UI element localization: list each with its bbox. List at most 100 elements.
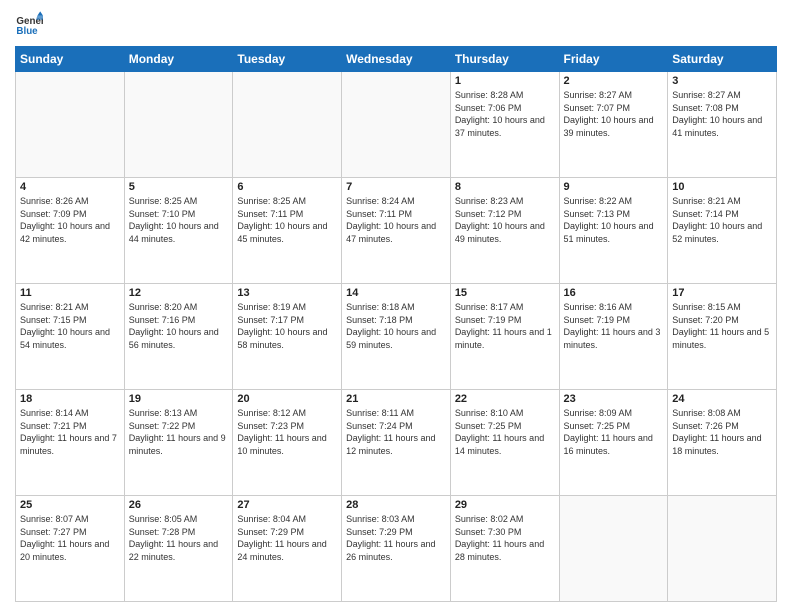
day-cell: 6 Sunrise: 8:25 AM Sunset: 7:11 PM Daylig…	[233, 178, 342, 284]
weekday-header-thursday: Thursday	[450, 47, 559, 72]
day-cell: 8 Sunrise: 8:23 AM Sunset: 7:12 PM Daylig…	[450, 178, 559, 284]
day-info: Sunrise: 8:14 AM Sunset: 7:21 PM Dayligh…	[20, 407, 120, 457]
day-number: 29	[455, 499, 555, 511]
day-number: 28	[346, 499, 446, 511]
day-info: Sunrise: 8:07 AM Sunset: 7:27 PM Dayligh…	[20, 513, 120, 563]
day-number: 22	[455, 393, 555, 405]
day-info: Sunrise: 8:27 AM Sunset: 7:08 PM Dayligh…	[672, 89, 772, 139]
logo: General Blue	[15, 10, 47, 38]
day-cell: 10Sunrise: 8:21 AM Sunset: 7:14 PM Dayli…	[668, 178, 777, 284]
weekday-header-monday: Monday	[124, 47, 233, 72]
day-info: Sunrise: 8:19 AM Sunset: 7:17 PM Dayligh…	[237, 301, 337, 351]
day-number: 26	[129, 499, 229, 511]
week-row-3: 18 Sunrise: 8:14 AM Sunset: 7:21 PM Dayli…	[16, 390, 777, 496]
day-info: Sunrise: 8:11 AM Sunset: 7:24 PM Dayligh…	[346, 407, 446, 457]
day-info: Sunrise: 8:25 AM Sunset: 7:11 PM Dayligh…	[237, 195, 337, 245]
day-info: Sunrise: 8:08 AM Sunset: 7:26 PM Dayligh…	[672, 407, 772, 457]
day-info: Sunrise: 8:18 AM Sunset: 7:18 PM Dayligh…	[346, 301, 446, 351]
weekday-header-friday: Friday	[559, 47, 668, 72]
day-info: Sunrise: 8:25 AM Sunset: 7:10 PM Dayligh…	[129, 195, 229, 245]
day-cell: 3 Sunrise: 8:27 AM Sunset: 7:08 PM Daylig…	[668, 72, 777, 178]
day-cell: 28 Sunrise: 8:03 AM Sunset: 7:29 PM Dayli…	[342, 496, 451, 602]
day-cell: 2 Sunrise: 8:27 AM Sunset: 7:07 PM Daylig…	[559, 72, 668, 178]
day-cell	[668, 496, 777, 602]
week-row-4: 25 Sunrise: 8:07 AM Sunset: 7:27 PM Dayli…	[16, 496, 777, 602]
day-cell: 25 Sunrise: 8:07 AM Sunset: 7:27 PM Dayli…	[16, 496, 125, 602]
day-info: Sunrise: 8:02 AM Sunset: 7:30 PM Dayligh…	[455, 513, 555, 563]
weekday-header-tuesday: Tuesday	[233, 47, 342, 72]
header: General Blue	[15, 10, 777, 38]
day-info: Sunrise: 8:21 AM Sunset: 7:14 PM Dayligh…	[672, 195, 772, 245]
day-number: 9	[564, 181, 664, 193]
day-info: Sunrise: 8:22 AM Sunset: 7:13 PM Dayligh…	[564, 195, 664, 245]
day-cell	[124, 72, 233, 178]
day-cell: 14 Sunrise: 8:18 AM Sunset: 7:18 PM Dayli…	[342, 284, 451, 390]
day-cell: 20 Sunrise: 8:12 AM Sunset: 7:23 PM Dayli…	[233, 390, 342, 496]
day-number: 20	[237, 393, 337, 405]
day-cell: 16 Sunrise: 8:16 AM Sunset: 7:19 PM Dayli…	[559, 284, 668, 390]
day-number: 14	[346, 287, 446, 299]
day-cell: 19 Sunrise: 8:13 AM Sunset: 7:22 PM Dayli…	[124, 390, 233, 496]
day-number: 17	[672, 287, 772, 299]
day-cell: 15 Sunrise: 8:17 AM Sunset: 7:19 PM Dayli…	[450, 284, 559, 390]
day-cell: 26Sunrise: 8:05 AM Sunset: 7:28 PM Dayli…	[124, 496, 233, 602]
day-cell: 1 Sunrise: 8:28 AM Sunset: 7:06 PM Daylig…	[450, 72, 559, 178]
day-info: Sunrise: 8:24 AM Sunset: 7:11 PM Dayligh…	[346, 195, 446, 245]
day-info: Sunrise: 8:15 AM Sunset: 7:20 PM Dayligh…	[672, 301, 772, 351]
weekday-header-row: SundayMondayTuesdayWednesdayThursdayFrid…	[16, 47, 777, 72]
day-info: Sunrise: 8:21 AM Sunset: 7:15 PM Dayligh…	[20, 301, 120, 351]
day-cell: 13 Sunrise: 8:19 AM Sunset: 7:17 PM Dayli…	[233, 284, 342, 390]
day-cell: 5 Sunrise: 8:25 AM Sunset: 7:10 PM Daylig…	[124, 178, 233, 284]
day-cell: 23 Sunrise: 8:09 AM Sunset: 7:25 PM Dayli…	[559, 390, 668, 496]
day-cell	[342, 72, 451, 178]
day-number: 7	[346, 181, 446, 193]
day-number: 19	[129, 393, 229, 405]
day-number: 18	[20, 393, 120, 405]
day-number: 21	[346, 393, 446, 405]
weekday-header-wednesday: Wednesday	[342, 47, 451, 72]
day-info: Sunrise: 8:27 AM Sunset: 7:07 PM Dayligh…	[564, 89, 664, 139]
weekday-header-saturday: Saturday	[668, 47, 777, 72]
day-cell: 12 Sunrise: 8:20 AM Sunset: 7:16 PM Dayli…	[124, 284, 233, 390]
day-number: 12	[129, 287, 229, 299]
day-cell	[233, 72, 342, 178]
week-row-0: 1 Sunrise: 8:28 AM Sunset: 7:06 PM Daylig…	[16, 72, 777, 178]
day-cell: 9 Sunrise: 8:22 AM Sunset: 7:13 PM Daylig…	[559, 178, 668, 284]
day-number: 16	[564, 287, 664, 299]
day-cell: 17 Sunrise: 8:15 AM Sunset: 7:20 PM Dayli…	[668, 284, 777, 390]
day-cell: 27Sunrise: 8:04 AM Sunset: 7:29 PM Dayli…	[233, 496, 342, 602]
svg-text:Blue: Blue	[16, 26, 38, 37]
day-info: Sunrise: 8:17 AM Sunset: 7:19 PM Dayligh…	[455, 301, 555, 351]
day-cell: 21 Sunrise: 8:11 AM Sunset: 7:24 PM Dayli…	[342, 390, 451, 496]
week-row-1: 4Sunrise: 8:26 AM Sunset: 7:09 PM Daylig…	[16, 178, 777, 284]
day-number: 6	[237, 181, 337, 193]
day-number: 2	[564, 75, 664, 87]
day-number: 5	[129, 181, 229, 193]
day-number: 13	[237, 287, 337, 299]
day-cell: 24Sunrise: 8:08 AM Sunset: 7:26 PM Dayli…	[668, 390, 777, 496]
day-info: Sunrise: 8:13 AM Sunset: 7:22 PM Dayligh…	[129, 407, 229, 457]
day-info: Sunrise: 8:20 AM Sunset: 7:16 PM Dayligh…	[129, 301, 229, 351]
day-number: 25	[20, 499, 120, 511]
day-info: Sunrise: 8:03 AM Sunset: 7:29 PM Dayligh…	[346, 513, 446, 563]
weekday-header-sunday: Sunday	[16, 47, 125, 72]
day-number: 15	[455, 287, 555, 299]
day-info: Sunrise: 8:26 AM Sunset: 7:09 PM Dayligh…	[20, 195, 120, 245]
day-info: Sunrise: 8:28 AM Sunset: 7:06 PM Dayligh…	[455, 89, 555, 139]
calendar-table: SundayMondayTuesdayWednesdayThursdayFrid…	[15, 46, 777, 602]
day-cell	[559, 496, 668, 602]
day-cell: 22 Sunrise: 8:10 AM Sunset: 7:25 PM Dayli…	[450, 390, 559, 496]
day-number: 27	[237, 499, 337, 511]
day-number: 8	[455, 181, 555, 193]
day-number: 1	[455, 75, 555, 87]
day-number: 23	[564, 393, 664, 405]
day-cell: 18 Sunrise: 8:14 AM Sunset: 7:21 PM Dayli…	[16, 390, 125, 496]
day-number: 11	[20, 287, 120, 299]
day-number: 3	[672, 75, 772, 87]
day-info: Sunrise: 8:23 AM Sunset: 7:12 PM Dayligh…	[455, 195, 555, 245]
day-info: Sunrise: 8:10 AM Sunset: 7:25 PM Dayligh…	[455, 407, 555, 457]
day-info: Sunrise: 8:09 AM Sunset: 7:25 PM Dayligh…	[564, 407, 664, 457]
week-row-2: 11 Sunrise: 8:21 AM Sunset: 7:15 PM Dayli…	[16, 284, 777, 390]
day-info: Sunrise: 8:12 AM Sunset: 7:23 PM Dayligh…	[237, 407, 337, 457]
day-info: Sunrise: 8:16 AM Sunset: 7:19 PM Dayligh…	[564, 301, 664, 351]
